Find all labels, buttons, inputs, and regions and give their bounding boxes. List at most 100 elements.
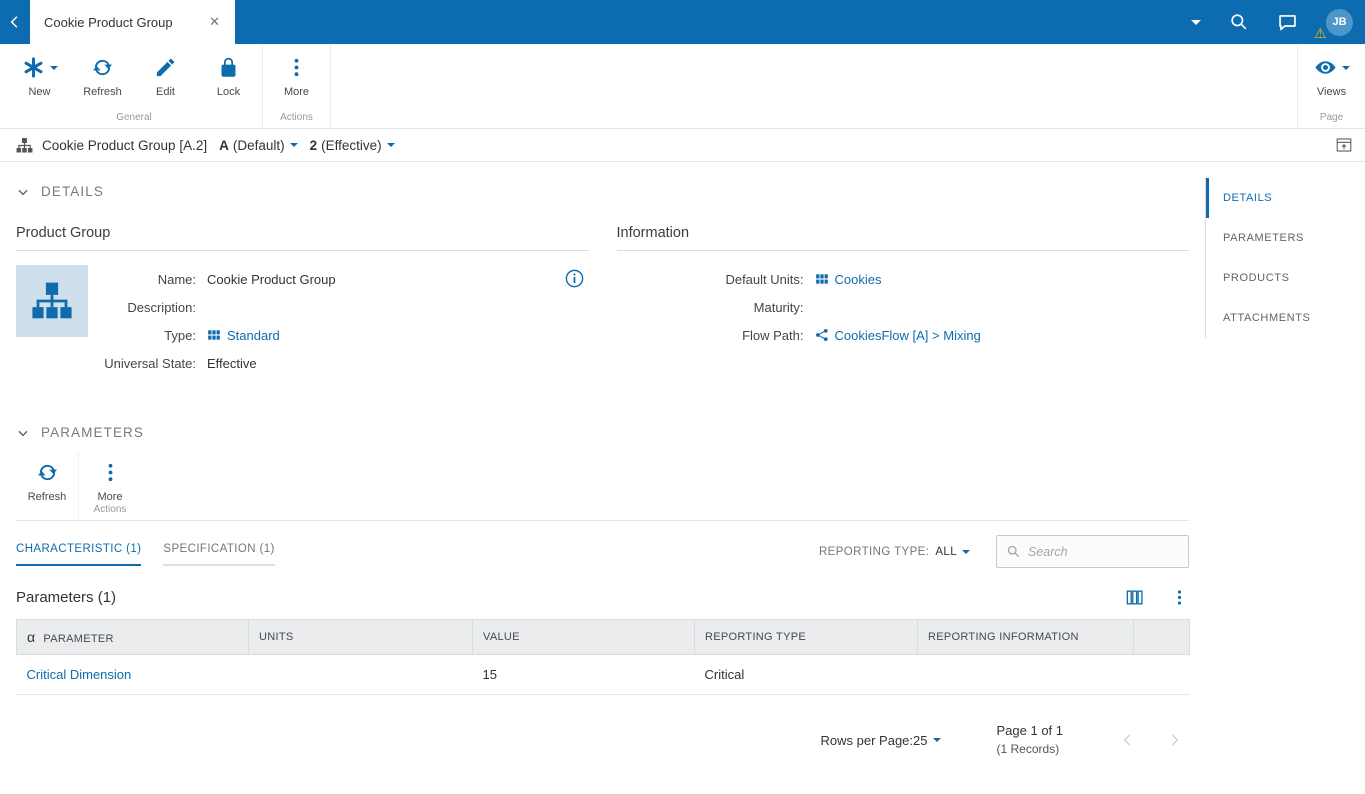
column-parameter[interactable]: α PARAMETER [16, 619, 249, 655]
parameters-grid-title: Parameters (1) [16, 589, 117, 606]
chevron-down-icon [962, 550, 970, 558]
columns-icon[interactable] [1125, 588, 1144, 607]
chevron-down-icon [18, 430, 28, 436]
grid-icon [815, 272, 829, 286]
product-group-column: Product Group Name: Cookie Product Group [16, 225, 589, 377]
tab-specification[interactable]: SPECIFICATION (1) [163, 543, 275, 566]
back-button[interactable] [0, 0, 30, 44]
tab-cookie-product-group[interactable]: Cookie Product Group ✕ [30, 0, 235, 44]
more-icon [99, 460, 122, 485]
next-page-icon[interactable] [1165, 731, 1183, 749]
topbar: Cookie Product Group ✕ JB ⚠ [0, 0, 1365, 44]
new-button[interactable]: New [8, 55, 71, 98]
more-icon [285, 55, 308, 80]
rows-per-page-dropdown[interactable]: Rows per Page: 25 [821, 733, 941, 748]
product-group-tile-icon [16, 265, 88, 337]
version-dropdown[interactable]: A (Default) [219, 138, 298, 153]
search-box [996, 535, 1189, 568]
parameters-section-title: PARAMETERS [41, 425, 145, 440]
chevron-down-icon[interactable] [1191, 0, 1201, 44]
chevron-down-icon [18, 189, 28, 195]
cell-reporting-type: Critical [694, 654, 918, 695]
ribbon-group-actions: More Actions [263, 44, 331, 128]
grid-icon [207, 328, 221, 342]
default-units-link[interactable]: Cookies [835, 272, 882, 287]
parameters-more-button[interactable]: More [81, 460, 139, 503]
column-empty [1133, 619, 1190, 655]
ribbon-group-page: Views Page [1297, 44, 1365, 128]
search-icon [1007, 545, 1019, 557]
tab-title: Cookie Product Group [44, 14, 173, 30]
eye-icon [1314, 55, 1350, 80]
previous-page-icon[interactable] [1119, 731, 1137, 749]
column-reporting-type[interactable]: REPORTING TYPE [694, 619, 918, 655]
field-maturity: Maturity: [753, 299, 804, 315]
ribbon-group-label-general: General [116, 112, 152, 123]
right-navigation: DETAILS PARAMETERS PRODUCTS ATTACHMENTS [1205, 162, 1365, 794]
nav-item-attachments[interactable]: ATTACHMENTS [1206, 298, 1365, 338]
tab-characteristic[interactable]: CHARACTERISTIC (1) [16, 543, 142, 566]
views-button[interactable]: Views [1300, 55, 1363, 98]
refresh-icon [91, 55, 114, 80]
refresh-button[interactable]: Refresh [71, 55, 134, 98]
table-header-row: α PARAMETER UNITS VALUE REPORTING TYPE RE… [16, 619, 1190, 655]
details-grid: Product Group Name: Cookie Product Group [16, 225, 1189, 377]
column-units[interactable]: UNITS [248, 619, 473, 655]
open-panel-icon[interactable] [1335, 136, 1353, 154]
pagination-footer: Rows per Page: 25 Page 1 of 1 (1 Records) [16, 721, 1189, 759]
field-type: Type: Standard [164, 327, 280, 343]
information-heading: Information [616, 225, 1189, 251]
edit-icon [154, 55, 177, 80]
cell-value: 15 [472, 654, 695, 695]
chevron-down-icon [932, 738, 941, 746]
close-icon[interactable]: ✕ [204, 12, 225, 32]
toolbar-ribbon: New Refresh Edit Lock General More Actio… [0, 44, 1365, 129]
main-panel: DETAILS Product Group Name: Cookie Produ… [0, 162, 1205, 794]
parameters-section-header[interactable]: PARAMETERS [16, 377, 1189, 440]
column-value[interactable]: VALUE [472, 619, 695, 655]
ribbon-group-label-actions: Actions [280, 112, 313, 123]
lock-button[interactable]: Lock [197, 55, 260, 98]
flow-path-link[interactable]: CookiesFlow [A] > Mixing [835, 328, 981, 343]
column-reporting-information[interactable]: REPORTING INFORMATION [917, 619, 1134, 655]
chat-icon[interactable] [1277, 0, 1298, 44]
details-section-header[interactable]: DETAILS [16, 162, 1189, 199]
rows-per-page-label: Rows per Page: [820, 732, 914, 748]
parameter-link[interactable]: Critical Dimension [27, 667, 132, 682]
nav-item-details[interactable]: DETAILS [1206, 178, 1365, 218]
product-group-heading: Product Group [16, 225, 589, 251]
parameters-group-label-actions: Actions [93, 504, 127, 515]
parameters-refresh-button[interactable]: Refresh [18, 460, 76, 503]
search-input[interactable] [1028, 544, 1179, 559]
field-name: Name: Cookie Product Group [88, 265, 589, 293]
info-icon[interactable] [564, 268, 585, 292]
parameters-table: α PARAMETER UNITS VALUE REPORTING TYPE RE… [16, 619, 1190, 695]
cell-empty [1133, 654, 1190, 695]
edit-button[interactable]: Edit [134, 55, 197, 98]
field-default-units: Default Units: Cookies [725, 271, 882, 287]
breadcrumb-title: Cookie Product Group [A.2] [42, 137, 208, 153]
search-icon[interactable] [1229, 0, 1249, 44]
new-icon [22, 55, 58, 80]
parameter-alpha-icon: α [27, 629, 36, 645]
avatar[interactable]: JB ⚠ [1314, 8, 1353, 41]
parameters-actions-group: More Actions [79, 452, 141, 520]
more-button[interactable]: More [265, 55, 328, 98]
chevron-down-icon [386, 143, 395, 151]
nav-item-products[interactable]: PRODUCTS [1206, 258, 1365, 298]
information-column: Information Default Units: Cookies Matur… [616, 225, 1189, 377]
nav-item-parameters[interactable]: PARAMETERS [1206, 218, 1365, 258]
refresh-icon [36, 460, 59, 485]
grid-more-icon[interactable] [1170, 588, 1189, 607]
type-link[interactable]: Standard [227, 328, 280, 343]
page-count-text: Page 1 of 1 [996, 723, 1064, 738]
content-area: DETAILS Product Group Name: Cookie Produ… [0, 162, 1365, 794]
ribbon-group-label-page: Page [1319, 112, 1344, 123]
rows-per-page-value: 25 [913, 732, 928, 748]
field-flow-path: Flow Path: CookiesFlow [A] > Mixing [742, 327, 981, 343]
page-info: Page 1 of 1 (1 Records) [997, 721, 1064, 759]
flow-icon [815, 328, 829, 342]
revision-dropdown[interactable]: 2 (Effective) [310, 138, 395, 153]
reporting-type-dropdown[interactable]: REPORTING TYPE: ALL [819, 546, 970, 558]
breadcrumb: Cookie Product Group [A.2] A (Default) 2… [0, 129, 1365, 162]
